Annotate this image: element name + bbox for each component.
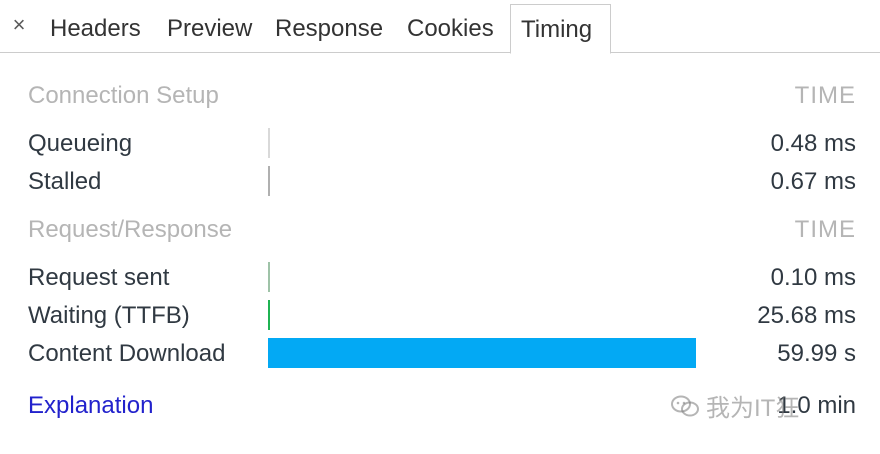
waiting-ttfb-label: Waiting (TTFB) [28,302,190,329]
content-download-bar [268,338,696,368]
tab-response[interactable]: Response [265,4,393,53]
queueing-label: Queueing [28,130,133,157]
queueing-bar [268,128,270,158]
request-sent-bar-track [268,262,696,292]
tab-headers[interactable]: Headers [40,4,151,53]
stalled-bar-track [268,166,696,196]
request-sent-value: 0.10 ms [770,264,856,291]
waiting-ttfb-bar-track [268,300,696,330]
content-download-bar-track [268,338,696,368]
chat-bubbles-icon [671,395,699,416]
tab-strip: × Headers Preview Response Cookies Timin… [0,0,880,54]
connection-setup-heading: Connection Setup [28,82,219,109]
request-response-time-heading: TIME [794,216,856,243]
queueing-value: 0.48 ms [770,130,856,157]
stalled-value: 0.67 ms [770,168,856,195]
tab-timing[interactable]: Timing [510,4,611,54]
waiting-ttfb-value: 25.68 ms [757,302,856,329]
content-download-value: 59.99 s [777,340,856,367]
tab-preview[interactable]: Preview [157,4,262,53]
queueing-bar-track [268,128,696,158]
stalled-bar [268,166,270,196]
request-response-heading: Request/Response [28,216,233,243]
explanation-link[interactable]: Explanation [28,392,153,420]
content-download-label: Content Download [28,340,226,367]
watermark: 我为IT狂 [670,388,799,423]
waiting-ttfb-bar [268,300,270,330]
connection-setup-time-heading: TIME [794,82,856,109]
request-sent-bar [268,262,270,292]
close-icon[interactable]: × [8,12,30,38]
stalled-label: Stalled [28,168,102,195]
request-sent-label: Request sent [28,264,170,291]
watermark-text: 我为IT狂 [706,395,800,422]
tab-cookies[interactable]: Cookies [397,4,504,53]
